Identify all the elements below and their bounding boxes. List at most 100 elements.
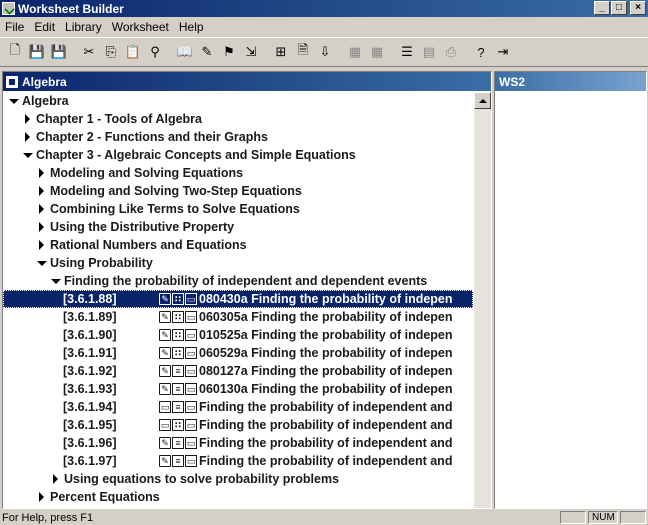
problem-code: [3.6.1.91] [63,346,117,360]
close-button[interactable]: × [630,1,646,15]
pen-icon [159,347,171,359]
tree-label: Rational Numbers and Equations [50,238,247,252]
status-cell-blank [560,511,586,524]
menu-library[interactable]: Library [60,20,107,34]
collapsed-arrow-icon[interactable] [35,204,48,214]
problem-row[interactable]: [3.6.1.90] 010525a Finding the probabilit… [3,326,473,344]
tree-node[interactable]: Algebra [3,92,473,110]
menu-edit[interactable]: Edit [29,20,60,34]
collapsed-arrow-icon[interactable] [35,240,48,250]
exit-icon[interactable]: ⇥ [492,41,514,63]
insert-icon[interactable]: ⊞ [270,41,292,63]
scroll-up-button[interactable] [474,92,491,109]
problem-row[interactable]: [3.6.1.93] 060130a Finding the probabilit… [3,380,473,398]
tree-node[interactable]: Modeling and Solving Equations [3,164,473,182]
problem-row[interactable]: [3.6.1.94] Finding the probability of ind… [3,398,473,416]
library-icon [6,75,18,88]
expanded-arrow-icon[interactable] [21,153,34,158]
tree-node[interactable]: Combining Like Terms to Solve Equations [3,200,473,218]
tree-label: Finding the probability of independent a… [199,436,453,450]
flag-icon[interactable]: ⚑ [218,41,240,63]
cut-icon[interactable]: ✂ [78,41,100,63]
tree-node[interactable]: Modeling and Solving Two-Step Equations [3,182,473,200]
list-icon[interactable]: ▤ [418,41,440,63]
help-icon[interactable]: ? [470,41,492,63]
new-icon[interactable]: 🗋 [4,41,26,63]
library-pane-header: Algebra [3,72,491,91]
problem-row[interactable]: [3.6.1.92] 080127a Finding the probabilit… [3,362,473,380]
page-icon [185,365,197,377]
tree-node[interactable]: Chapter 3 - Algebraic Concepts and Simpl… [3,146,473,164]
dots-icon [172,329,184,341]
highlight-icon[interactable]: ✎ [196,41,218,63]
tree-label: 010525a Finding the probability of indep… [199,328,453,342]
collapsed-arrow-icon[interactable] [35,168,48,178]
open-book-icon[interactable]: 📖 [174,41,196,63]
tree-node[interactable]: Percent Equations [3,488,473,506]
num-lock-indicator: NUM [588,511,618,524]
problem-code: [3.6.1.92] [63,364,117,378]
tree-node[interactable]: Using the Distributive Property [3,218,473,236]
tree-label: Using Probability [50,256,153,270]
problem-type-icons [159,347,197,359]
tree-label: 080430a Finding the probability of indep… [199,292,453,306]
tree-label: Percent Equations [50,490,160,504]
find-icon[interactable]: ⚲ [144,41,166,63]
collapsed-arrow-icon[interactable] [49,474,62,484]
library-tree: Algebra Chapter 1 - Tools of Algebra Chapt… [3,92,473,508]
properties-icon[interactable]: ☰ [396,41,418,63]
problem-code: [3.6.1.94] [63,400,117,414]
scroll-track[interactable] [474,109,491,508]
problem-row[interactable]: [3.6.1.88] 080430a Finding the probabilit… [3,290,473,308]
menu-file[interactable]: File [0,20,29,34]
tree-label: Chapter 2 - Functions and their Graphs [36,130,268,144]
tree-node[interactable]: Chapter 2 - Functions and their Graphs [3,128,473,146]
dots-icon [172,347,184,359]
menu-worksheet[interactable]: Worksheet [107,20,174,34]
lines-icon [172,365,184,377]
problem-type-icons [159,293,197,305]
problem-row[interactable]: [3.6.1.95] Finding the probability of ind… [3,416,473,434]
page-icon [185,347,197,359]
maximize-button[interactable]: □ [611,1,627,15]
menu-help[interactable]: Help [174,20,209,34]
collapsed-arrow-icon[interactable] [21,114,34,124]
page-icon [159,401,171,413]
tree-node[interactable]: Rational Numbers and Equations [3,236,473,254]
copy-icon[interactable]: ⎘ [100,41,122,63]
vertical-scrollbar[interactable] [474,92,491,508]
import-icon[interactable]: ⇲ [240,41,262,63]
problem-row[interactable]: [3.6.1.96] Finding the probability of ind… [3,434,473,452]
collapsed-arrow-icon[interactable] [35,222,48,232]
page-icon [185,293,197,305]
dots-icon [172,419,184,431]
collapsed-arrow-icon[interactable] [21,132,34,142]
window-title: Worksheet Builder [18,1,124,16]
tree-node[interactable]: Finding the probability of independent a… [3,272,473,290]
grid-icon[interactable]: ▦ [344,41,366,63]
tree-label: Combining Like Terms to Solve Equations [50,202,300,216]
collapsed-arrow-icon[interactable] [35,492,48,502]
document-icon[interactable]: 🗎 [292,41,314,63]
pen-icon [159,293,171,305]
tree-node[interactable]: Using Probability [3,254,473,272]
expanded-arrow-icon[interactable] [49,279,62,284]
tree-label: Finding the probability of independent a… [199,454,453,468]
collapsed-arrow-icon[interactable] [35,186,48,196]
expanded-arrow-icon[interactable] [35,261,48,266]
save-disabled-icon[interactable]: 💾 [48,41,70,63]
tree-node[interactable]: Chapter 1 - Tools of Algebra [3,110,473,128]
download-icon[interactable]: ⇩ [314,41,336,63]
problem-row[interactable]: [3.6.1.97] Finding the probability of ind… [3,452,473,470]
problem-row[interactable]: [3.6.1.89] 060305a Finding the probabilit… [3,308,473,326]
print-icon[interactable]: ⎙ [440,41,462,63]
grid2-icon[interactable]: ▦ [366,41,388,63]
window-controls: _ □ × [593,1,646,15]
minimize-button[interactable]: _ [594,1,610,15]
expanded-arrow-icon[interactable] [7,99,20,104]
status-bar: For Help, press F1 NUM [0,510,648,525]
save-icon[interactable]: 💾 [26,41,48,63]
tree-node[interactable]: Using equations to solve probability pro… [3,470,473,488]
paste-icon[interactable]: 📋 [122,41,144,63]
problem-row[interactable]: [3.6.1.91] 060529a Finding the probabilit… [3,344,473,362]
